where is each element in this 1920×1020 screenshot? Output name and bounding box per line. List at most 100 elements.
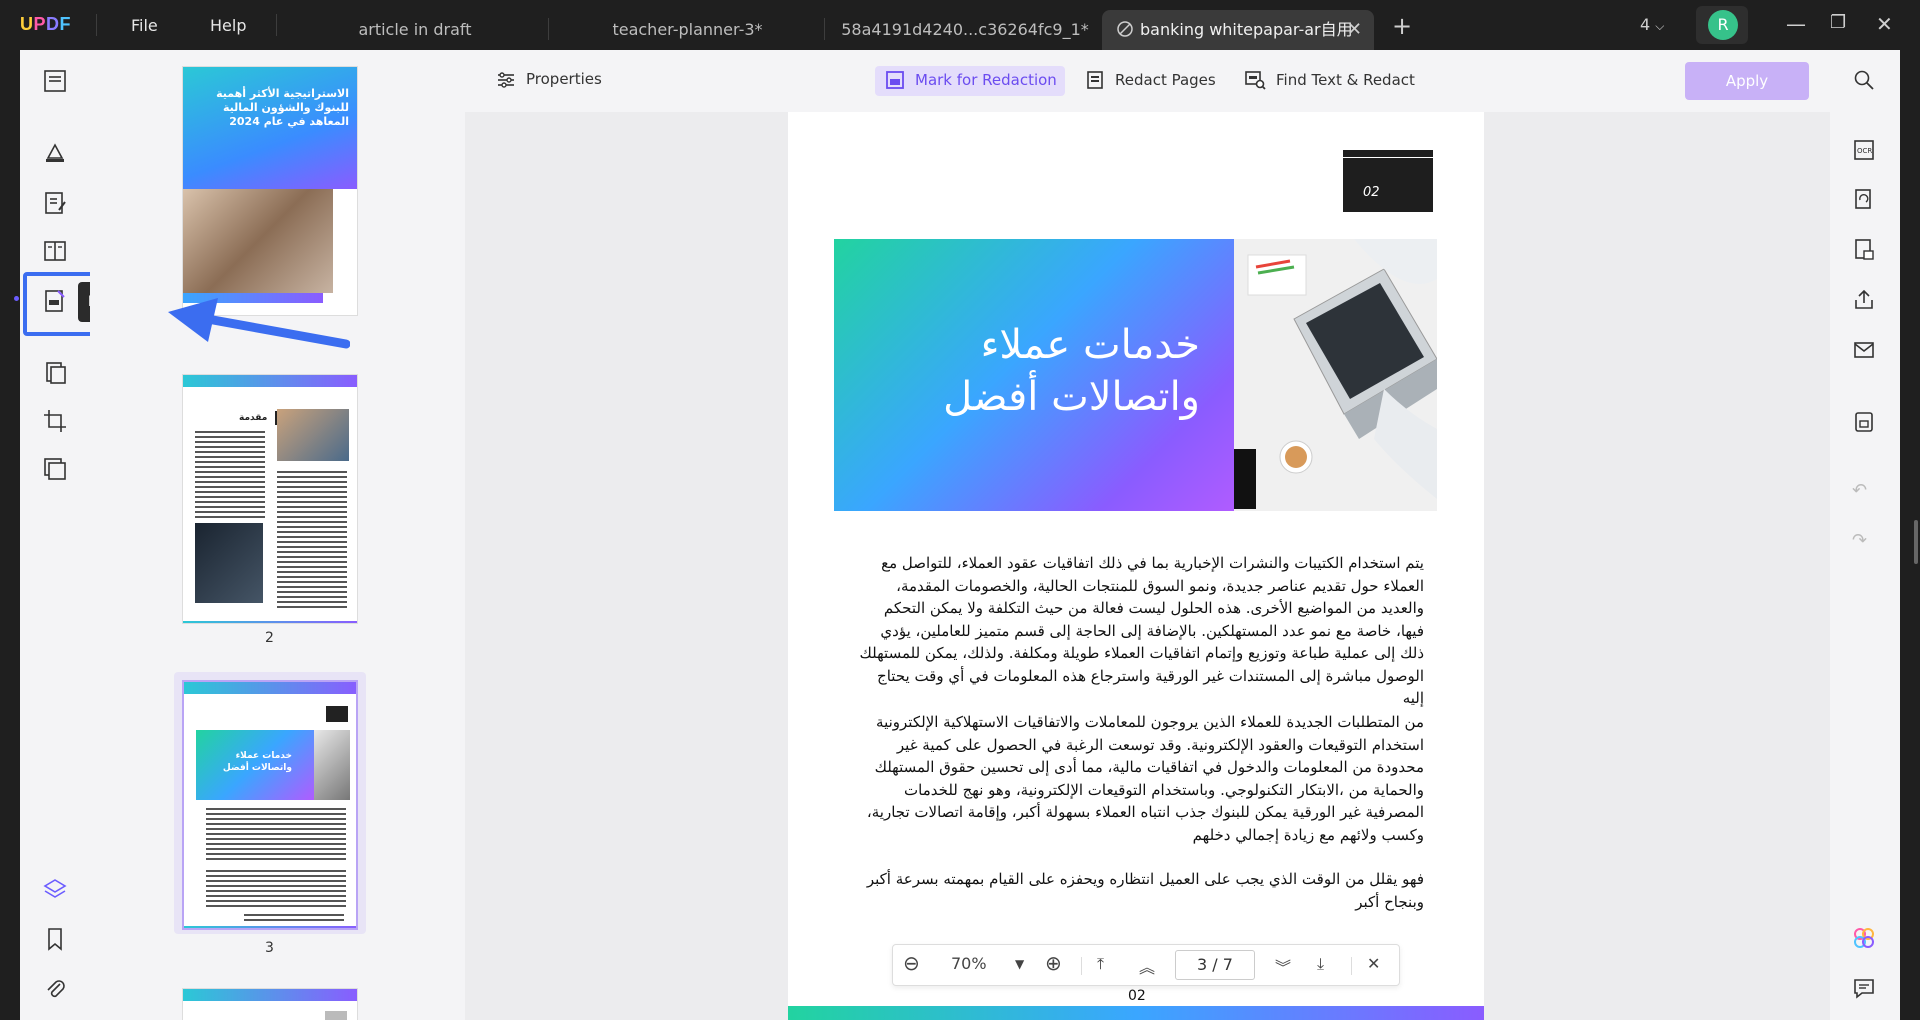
page-tools-icon[interactable] xyxy=(42,360,68,386)
tab-label: 58a4191d4240...c36264fc9_1* xyxy=(841,20,1089,39)
sliders-icon xyxy=(498,72,514,88)
thumbnail-page-1[interactable]: الاستراتيجية الأكثر أهمية للبنوك والشؤون… xyxy=(182,66,358,316)
banner-title-line: خدمات عملاء xyxy=(980,322,1200,368)
minimize-icon[interactable]: — xyxy=(1786,12,1806,36)
redact-tab-icon xyxy=(1117,21,1133,37)
divider xyxy=(96,14,97,36)
thumb-photo xyxy=(195,523,263,603)
active-dot xyxy=(14,296,19,301)
ai-assistant-icon[interactable] xyxy=(1852,926,1876,950)
redact-pages-label: Redact Pages xyxy=(1115,71,1216,89)
new-tab-icon[interactable]: + xyxy=(1392,12,1412,40)
comment-icon[interactable] xyxy=(42,140,68,166)
close-tab-icon[interactable]: ✕ xyxy=(1347,10,1362,50)
organize-icon[interactable] xyxy=(42,238,68,264)
zoom-navigation-bar: ⊖ 70% ▼ ⊕ ⤒ ︽ 3 / 7 ︾ ⤓ ✕ xyxy=(892,944,1400,986)
tab-banking-whitepaper[interactable]: banking whitepapar-ar自用 ✕ xyxy=(1102,10,1374,50)
tab-teacher-planner[interactable]: teacher-planner-3* xyxy=(560,10,815,50)
left-tool-rail xyxy=(20,50,90,1020)
thumb-text-block xyxy=(206,808,346,862)
tab-count-dropdown[interactable]: 4 ⌵ xyxy=(1640,15,1664,34)
user-avatar[interactable]: R xyxy=(1708,10,1738,40)
mark-for-redaction-button[interactable]: Mark for Redaction xyxy=(885,70,1057,90)
redact-pages-icon xyxy=(1087,71,1103,89)
current-page: 3 xyxy=(1197,955,1208,974)
thumbnail-page-2[interactable]: مقدمة xyxy=(182,374,358,624)
menu-help[interactable]: Help xyxy=(210,16,246,35)
page-header-strip xyxy=(183,375,357,387)
right-tool-rail: OCR ↶ ↷ xyxy=(1830,50,1900,1020)
zoom-out-icon[interactable]: ⊖ xyxy=(903,951,920,975)
mark-redaction-icon xyxy=(886,71,904,89)
search-icon[interactable] xyxy=(1852,68,1876,92)
thumb-heading: مقدمة xyxy=(239,413,268,423)
tab-label: article in draft xyxy=(358,20,472,39)
section-banner: خدمات عملاء واتصالات أفضل xyxy=(834,239,1234,511)
paragraph-3: فهو يقلل من الوقت الذي يجب على العميل ان… xyxy=(866,870,1424,911)
thumbnail-page-4[interactable] xyxy=(182,988,358,1020)
page-footer-number: 02 xyxy=(1128,988,1146,1004)
previous-page-icon[interactable]: ︽ xyxy=(1139,954,1155,978)
page-header-strip xyxy=(184,682,356,694)
total-pages: 7 xyxy=(1222,955,1233,974)
maximize-icon[interactable]: ❐ xyxy=(1830,12,1846,33)
annotation-arrow-icon xyxy=(168,298,350,349)
last-page-icon[interactable]: ⤓ xyxy=(1317,954,1324,974)
menu-file[interactable]: File xyxy=(131,16,158,35)
thumbnail-page-3[interactable]: خدمات عملاء واتصالات أفضل xyxy=(182,680,358,930)
thumb-numbox xyxy=(326,706,348,722)
scrollbar-thumb[interactable] xyxy=(1914,520,1918,564)
thumb-numbox xyxy=(325,1011,347,1020)
edit-pdf-icon[interactable] xyxy=(42,190,68,216)
thumb-photo xyxy=(277,409,349,461)
save-icon[interactable] xyxy=(1852,410,1876,434)
bookmark-icon[interactable] xyxy=(42,926,68,952)
thumb-photo xyxy=(314,730,350,800)
zoom-level[interactable]: 70% xyxy=(951,954,987,973)
redo-icon[interactable]: ↷ xyxy=(1852,530,1876,554)
page-number-box: 02 xyxy=(1343,150,1433,212)
convert-icon[interactable] xyxy=(1852,188,1876,212)
tab-58a4191d[interactable]: 58a4191d4240...c36264fc9_1* xyxy=(835,10,1095,50)
chevron-down-icon: ⌵ xyxy=(1655,19,1665,33)
divider xyxy=(824,18,825,40)
zoom-dropdown-icon[interactable]: ▼ xyxy=(1015,957,1024,971)
apply-button[interactable]: Apply xyxy=(1685,62,1809,100)
banner-title-line: واتصالات أفضل xyxy=(943,374,1200,420)
chat-icon[interactable] xyxy=(1852,976,1876,1000)
divider xyxy=(276,14,277,36)
crop-icon[interactable] xyxy=(42,408,68,434)
layers-icon[interactable] xyxy=(42,876,68,902)
properties-button[interactable]: Properties xyxy=(496,70,602,89)
page-header-strip xyxy=(183,989,357,1001)
divider xyxy=(548,18,549,40)
properties-label: Properties xyxy=(526,70,602,88)
paragraph-2: من المتطلبات الجديدة للعملاء الذين يروجو… xyxy=(866,713,1424,844)
first-page-icon[interactable]: ⤒ xyxy=(1097,954,1104,974)
close-window-icon[interactable]: ✕ xyxy=(1876,12,1893,36)
redact-pages-button[interactable]: Redact Pages xyxy=(1085,70,1216,90)
mark-for-redaction-label: Mark for Redaction xyxy=(915,71,1057,89)
thumb-text-block xyxy=(195,431,265,519)
share-icon[interactable] xyxy=(1852,288,1876,312)
email-icon[interactable] xyxy=(1852,338,1876,362)
tab-article-in-draft[interactable]: article in draft xyxy=(290,10,540,50)
thumb-text-block xyxy=(206,870,346,908)
laptop-photo xyxy=(1234,239,1437,511)
reader-icon[interactable] xyxy=(42,68,68,94)
find-text-icon xyxy=(1245,71,1266,90)
undo-icon[interactable]: ↶ xyxy=(1852,480,1876,504)
tab-label: banking whitepapar-ar自用 xyxy=(1140,20,1353,39)
batch-icon[interactable] xyxy=(42,456,68,482)
close-zoombar-icon[interactable]: ✕ xyxy=(1367,954,1380,973)
ocr-icon[interactable]: OCR xyxy=(1852,138,1876,162)
thumb-text-block xyxy=(277,471,347,611)
page-number-input[interactable]: 3 / 7 xyxy=(1175,950,1255,980)
next-page-icon[interactable]: ︾ xyxy=(1275,954,1291,978)
attachment-icon[interactable] xyxy=(42,976,68,1002)
protect-icon[interactable] xyxy=(1852,238,1876,262)
find-text-redact-button[interactable]: Find Text & Redact xyxy=(1244,70,1415,90)
title-bar: UPDF File Help article in draft teacher-… xyxy=(0,0,1920,50)
zoom-in-icon[interactable]: ⊕ xyxy=(1045,951,1062,975)
thumbnail-page-number: 3 xyxy=(265,940,274,956)
